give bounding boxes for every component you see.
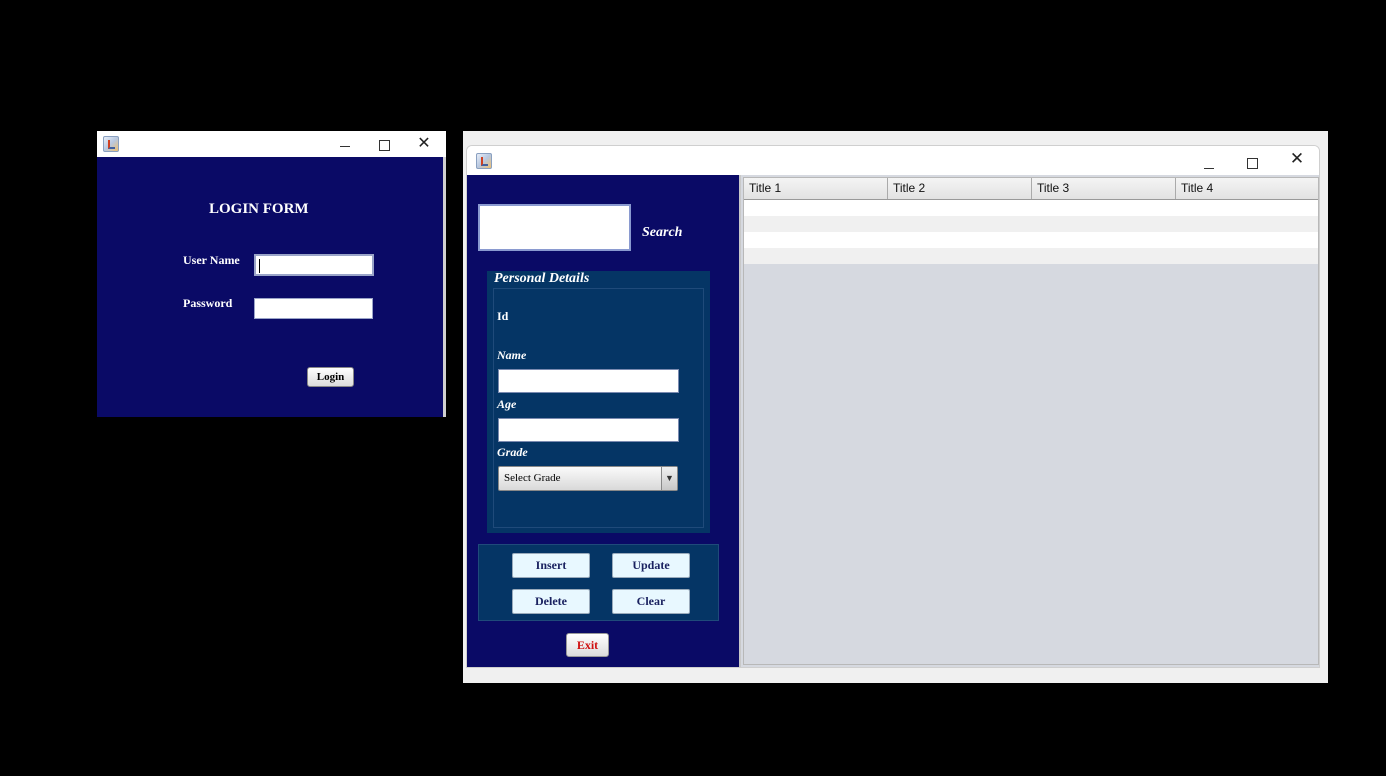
grade-select[interactable]: Select Grade ▼ (498, 466, 678, 491)
student-management-window: ✕ Search Personal Details Id Name Age Gr… (466, 145, 1320, 668)
text-caret (259, 259, 260, 273)
column-header-title-3[interactable]: Title 3 (1032, 178, 1176, 199)
grade-selected-value: Select Grade (504, 472, 561, 484)
clear-button[interactable]: Clear (612, 589, 690, 614)
window-edge (443, 157, 446, 417)
password-label: Password (183, 296, 233, 310)
personal-details-border (493, 288, 704, 528)
table-row[interactable] (744, 232, 1318, 248)
java-app-icon (103, 136, 119, 152)
name-label: Name (497, 348, 527, 362)
maximize-icon[interactable] (1232, 155, 1272, 171)
dropdown-arrow-icon[interactable]: ▼ (661, 467, 677, 490)
java-app-icon (476, 153, 492, 169)
search-input[interactable] (478, 204, 631, 251)
records-table[interactable]: Title 1 Title 2 Title 3 Title 4 (743, 177, 1319, 665)
personal-details-title: Personal Details (494, 271, 590, 286)
login-button[interactable]: Login (307, 367, 354, 387)
login-window: ✕ LOGIN FORM User Name Password Login (97, 131, 446, 417)
action-buttons-panel: Insert Update Delete Clear (478, 544, 719, 621)
minimize-icon[interactable] (1189, 160, 1229, 176)
login-titlebar[interactable]: ✕ (97, 131, 446, 157)
form-panel: Search Personal Details Id Name Age Grad… (467, 175, 739, 667)
column-header-title-2[interactable]: Title 2 (888, 178, 1032, 199)
table-header: Title 1 Title 2 Title 3 Title 4 (744, 178, 1318, 200)
column-header-title-1[interactable]: Title 1 (744, 178, 888, 199)
insert-button[interactable]: Insert (512, 553, 590, 578)
minimize-icon[interactable] (325, 138, 365, 154)
exit-button[interactable]: Exit (566, 633, 609, 657)
search-label: Search (642, 225, 683, 240)
name-field[interactable] (498, 369, 679, 393)
main-titlebar[interactable]: ✕ (467, 146, 1319, 176)
table-row[interactable] (744, 200, 1318, 216)
maximize-icon[interactable] (364, 137, 404, 153)
column-header-title-4[interactable]: Title 4 (1176, 178, 1318, 199)
password-field[interactable] (254, 298, 373, 319)
personal-details-panel: Personal Details Id Name Age Grade Selec… (487, 271, 710, 533)
age-label: Age (497, 397, 517, 411)
close-icon[interactable]: ✕ (1277, 151, 1317, 168)
table-scroll-pane[interactable]: Title 1 Title 2 Title 3 Title 4 (739, 175, 1319, 667)
table-row[interactable] (744, 216, 1318, 232)
delete-button[interactable]: Delete (512, 589, 590, 614)
age-field[interactable] (498, 418, 679, 442)
table-row[interactable] (744, 248, 1318, 264)
close-icon[interactable]: ✕ (404, 135, 444, 151)
id-label: Id (497, 309, 509, 323)
login-form-title: LOGIN FORM (209, 201, 309, 217)
username-field[interactable] (254, 254, 374, 276)
grade-label: Grade (497, 445, 528, 459)
username-label: User Name (183, 253, 240, 267)
update-button[interactable]: Update (612, 553, 690, 578)
